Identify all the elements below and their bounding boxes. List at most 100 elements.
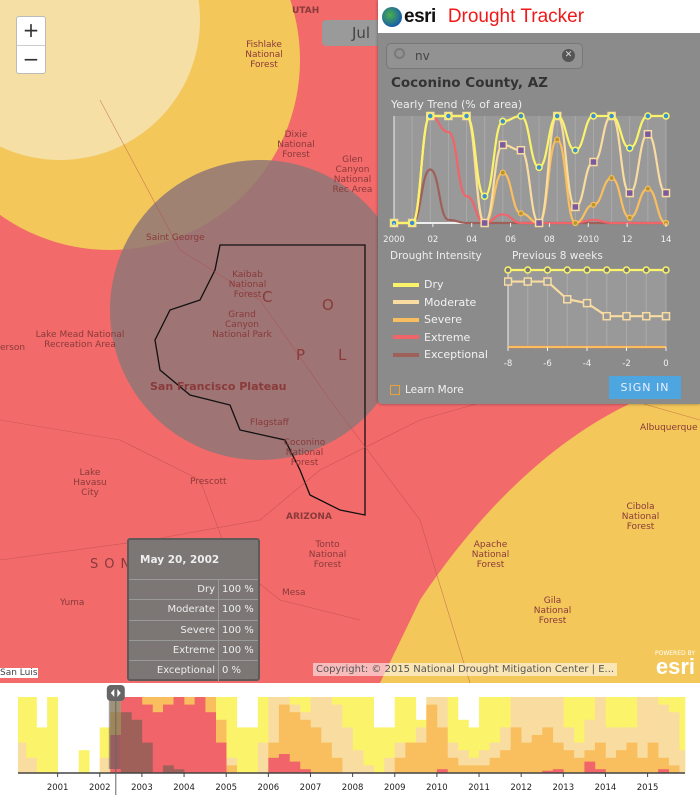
timeline-bar-extreme — [278, 754, 290, 773]
map-label: Coconino National Forest — [283, 438, 326, 468]
drag-handle-background — [106, 685, 125, 701]
data-point — [590, 201, 597, 208]
data-point — [589, 112, 598, 120]
timeline-tick-label: 2006 — [258, 783, 280, 793]
x-tick-label: 04 — [466, 235, 477, 245]
zoom-in-button[interactable]: + — [17, 17, 45, 45]
data-point — [517, 112, 525, 120]
data-point — [563, 266, 571, 274]
timeline-bar-moderate — [668, 712, 680, 773]
timeline-chart[interactable]: 2001 2002 2003 2004 2005 2006 2007 2008 2009 2010… — [0, 683, 700, 798]
timeline-selection — [108, 693, 121, 769]
data-point — [589, 157, 598, 167]
timeline-tick-label: 2011 — [468, 783, 490, 793]
data-point — [644, 185, 651, 192]
tooltip-date: May 20, 2002 — [129, 540, 258, 580]
data-point — [504, 277, 513, 286]
x-tick-label: 12 — [622, 235, 633, 245]
data-point — [622, 266, 631, 274]
legend-item-extreme: Extreme — [393, 329, 488, 347]
data-point — [571, 146, 580, 154]
x-tick-label: 2010 — [577, 235, 599, 245]
panel-header: esri Drought Tracker — [378, 0, 700, 33]
timeline-bar-severe — [299, 719, 311, 773]
data-point — [524, 266, 532, 274]
close-icon[interactable]: ✕ — [562, 49, 575, 62]
data-point — [622, 311, 631, 321]
tooltip-row: Severe 100 % — [129, 620, 258, 641]
timeline-bar-exceptional — [162, 765, 174, 773]
esri-logo: esri — [404, 5, 436, 27]
data-point — [661, 188, 671, 198]
timeline-bar-severe — [647, 742, 659, 773]
data-point — [572, 219, 579, 227]
zoom-out-button[interactable]: − — [17, 45, 45, 73]
data-point — [644, 112, 652, 120]
data-point — [535, 163, 543, 172]
timeline-tick-label: 2007 — [300, 783, 322, 793]
drought-intensity-title: Drought Intensity — [390, 250, 482, 262]
search-input[interactable] — [415, 48, 555, 64]
map-label: ARIZONA — [286, 512, 332, 522]
timeline-bar-severe — [226, 765, 238, 773]
data-point — [543, 277, 552, 286]
data-point — [662, 266, 670, 274]
timeline-tick-label: 2010 — [426, 783, 448, 793]
timeline-bar-dry — [78, 750, 90, 773]
search-icon — [394, 48, 405, 59]
timeline-bar-severe — [521, 742, 533, 773]
timeline-bar-moderate — [679, 750, 686, 773]
timeline-bar-severe — [626, 742, 638, 773]
data-point — [534, 218, 544, 228]
legend-item-severe: Severe — [393, 311, 488, 329]
timeline-bar-dry — [236, 727, 248, 773]
timeline-bar-severe — [415, 742, 427, 773]
map-label: O — [322, 296, 334, 314]
map-label: Gila National Forest — [533, 596, 572, 626]
data-point — [553, 112, 561, 120]
x-tick-label: 14 — [661, 235, 672, 245]
timeline-bar-moderate — [257, 742, 269, 773]
x-tick-label: 2000 — [383, 235, 405, 245]
timeline-tick-label: 2012 — [510, 783, 532, 793]
timeline-bar-severe — [531, 735, 543, 773]
learn-more-link[interactable]: Learn More — [390, 384, 464, 396]
legend-swatch — [393, 317, 419, 322]
timeline-tick-label: 2008 — [342, 783, 364, 793]
data-point — [499, 169, 506, 176]
timeline-bar-moderate — [18, 742, 27, 773]
data-point — [480, 192, 489, 200]
timeline-bar-severe — [489, 757, 501, 773]
tooltip-row: Moderate 100 % — [129, 600, 258, 621]
legend-swatch — [393, 300, 419, 305]
legend-swatch — [393, 352, 419, 357]
map-label: San Francisco Plateau — [150, 380, 287, 393]
timeline-tick-label: 2009 — [384, 783, 406, 793]
timeline-bar-severe — [321, 742, 332, 773]
data-point — [498, 140, 508, 150]
timeline-bar-severe — [331, 757, 343, 773]
timeline-tick-label: 2013 — [552, 783, 574, 793]
timeline-bar-extreme — [584, 761, 596, 773]
map-label: Grand Canyon National Park — [212, 310, 272, 340]
timeline-bar-severe — [542, 727, 554, 773]
timeline-bar-extreme — [215, 742, 227, 773]
timeline-bar-severe — [394, 757, 406, 773]
data-point — [608, 174, 615, 182]
timeline-bar-severe — [563, 750, 575, 773]
tooltip-row: Exceptional 0 % — [129, 661, 258, 682]
timeline-tick-label: 2005 — [215, 783, 237, 793]
timeline-bar-severe — [594, 742, 606, 773]
data-point — [626, 214, 633, 221]
timeline-drag-handle[interactable] — [106, 685, 125, 701]
map-label: San Luis — [0, 668, 38, 678]
data-point — [426, 112, 435, 120]
sign-in-button[interactable]: SIGN IN — [609, 376, 681, 399]
timeline-bar-severe — [436, 727, 448, 773]
timeline-bar-exceptional — [120, 712, 132, 773]
map-label: P — [296, 346, 306, 364]
data-point — [563, 295, 572, 304]
yearly-trend-chart: 2000 02 04 06 08 2010 12 14 — [383, 111, 672, 245]
powered-by-esri-logo: POWERED BY esri — [654, 650, 695, 679]
timeline-bar-extreme — [194, 697, 206, 773]
